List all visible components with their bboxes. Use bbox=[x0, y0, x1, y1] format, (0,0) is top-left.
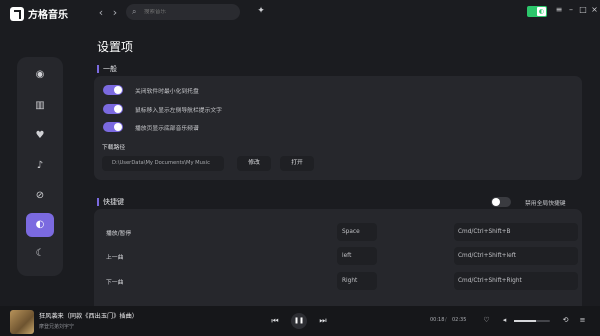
general-section-title: 一般 bbox=[97, 64, 117, 74]
sidebar-chart-icon[interactable]: ▥ bbox=[26, 94, 54, 118]
download-path-label: 下载路径 bbox=[102, 145, 126, 151]
sidebar-ban-icon[interactable]: ⊘ bbox=[26, 184, 54, 208]
disable-global-shortcuts-switch[interactable] bbox=[491, 197, 511, 207]
sidebar-music-note-icon[interactable]: ♪ bbox=[26, 154, 54, 178]
favorite-icon[interactable]: ♡ bbox=[482, 316, 491, 324]
shortcut-row: 播放/暂停 Space Cmd/Ctrl+Shift+B bbox=[96, 220, 582, 244]
sidebar-discover-icon[interactable]: ◉ bbox=[26, 63, 54, 87]
option-minimize-tray[interactable]: 关闭软件时最小化到托盘 bbox=[103, 85, 199, 95]
shortcut-name: 下一曲 bbox=[106, 280, 124, 286]
shortcuts-section-title: 快捷键 bbox=[97, 197, 124, 207]
option-label: 鼠标移入显示左侧导航栏提示文字 bbox=[135, 107, 222, 114]
app-logo: 方格音乐 bbox=[10, 6, 68, 21]
modify-button[interactable]: 修改 bbox=[237, 156, 271, 171]
search-box[interactable]: ⌕ bbox=[126, 4, 240, 20]
total-time: 02:35 bbox=[452, 317, 467, 323]
album-cover[interactable] bbox=[10, 310, 34, 334]
sidebar-settings-icon[interactable]: ◐ bbox=[26, 213, 54, 237]
current-time: 00:18 bbox=[430, 317, 445, 323]
skin-toggle[interactable]: ◐ bbox=[527, 6, 547, 17]
time-separator: / bbox=[445, 317, 447, 323]
song-title: 狂风袭来（同款《西出玉门》插曲） bbox=[39, 313, 138, 320]
search-input[interactable] bbox=[142, 9, 234, 15]
volume-slider[interactable] bbox=[514, 320, 550, 322]
voice-recognition-icon[interactable]: ✦ bbox=[254, 6, 268, 18]
shortcut-row: 下一曲 Right Cmd/Ctrl+Shift+Right bbox=[96, 269, 582, 293]
shortcut-name: 上一曲 bbox=[106, 255, 124, 261]
switch[interactable] bbox=[103, 85, 123, 95]
option-spectrum[interactable]: 播放页显示底部音乐频谱 bbox=[103, 122, 199, 132]
previous-track-icon[interactable]: ⏮ bbox=[270, 316, 280, 326]
option-sidebar-tips[interactable]: 鼠标移入显示左侧导航栏提示文字 bbox=[103, 104, 222, 114]
logo-icon bbox=[10, 6, 24, 21]
local-shortcut-field[interactable]: left bbox=[337, 247, 377, 265]
disable-global-shortcuts-label: 禁用全局快捷键 bbox=[525, 201, 566, 207]
forward-button[interactable]: › bbox=[109, 7, 121, 19]
song-artist: 摩登兄弟刘宇宁 bbox=[39, 324, 75, 330]
search-icon: ⌕ bbox=[132, 7, 137, 16]
global-shortcut-field[interactable]: Cmd/Ctrl+Shift+B bbox=[454, 223, 578, 241]
skin-icon: ◐ bbox=[537, 7, 546, 16]
sidebar-leaf-icon[interactable]: ☾ bbox=[26, 242, 54, 266]
download-path-field[interactable]: D:\UserData\My Documents\My Music bbox=[102, 156, 224, 171]
menu-icon[interactable]: ≡ bbox=[554, 5, 564, 15]
shortcut-name: 播放/暂停 bbox=[106, 231, 132, 237]
maximize-icon[interactable]: □ bbox=[578, 5, 588, 15]
switch[interactable] bbox=[103, 122, 123, 132]
loop-mode-icon[interactable]: ⟲ bbox=[561, 316, 570, 324]
option-label: 关闭软件时最小化到托盘 bbox=[135, 88, 199, 95]
shortcut-row: 上一曲 left Cmd/Ctrl+Shift+left bbox=[96, 244, 582, 268]
volume-icon[interactable]: ◂ bbox=[500, 316, 509, 324]
close-icon[interactable]: × bbox=[590, 5, 599, 15]
switch[interactable] bbox=[103, 104, 123, 114]
playlist-icon[interactable]: ≡ bbox=[578, 316, 587, 324]
next-track-icon[interactable]: ⏭ bbox=[318, 316, 328, 326]
page-title: 设置项 bbox=[97, 40, 134, 54]
global-shortcut-field[interactable]: Cmd/Ctrl+Shift+left bbox=[454, 247, 578, 265]
sidebar: ◉ ▥ ♥ ♪ ⊘ ◐ ☾ bbox=[17, 57, 63, 276]
volume-level bbox=[514, 320, 537, 322]
minimize-icon[interactable]: – bbox=[566, 5, 576, 15]
open-button[interactable]: 打开 bbox=[280, 156, 314, 171]
local-shortcut-field[interactable]: Right bbox=[337, 272, 377, 290]
global-shortcut-field[interactable]: Cmd/Ctrl+Shift+Right bbox=[454, 272, 578, 290]
sidebar-favorite-icon[interactable]: ♥ bbox=[26, 124, 54, 148]
back-button[interactable]: ‹ bbox=[95, 7, 107, 19]
pause-button[interactable]: ❚❚ bbox=[291, 313, 307, 329]
app-name: 方格音乐 bbox=[28, 10, 68, 21]
local-shortcut-field[interactable]: Space bbox=[337, 223, 377, 241]
option-label: 播放页显示底部音乐频谱 bbox=[135, 125, 199, 132]
